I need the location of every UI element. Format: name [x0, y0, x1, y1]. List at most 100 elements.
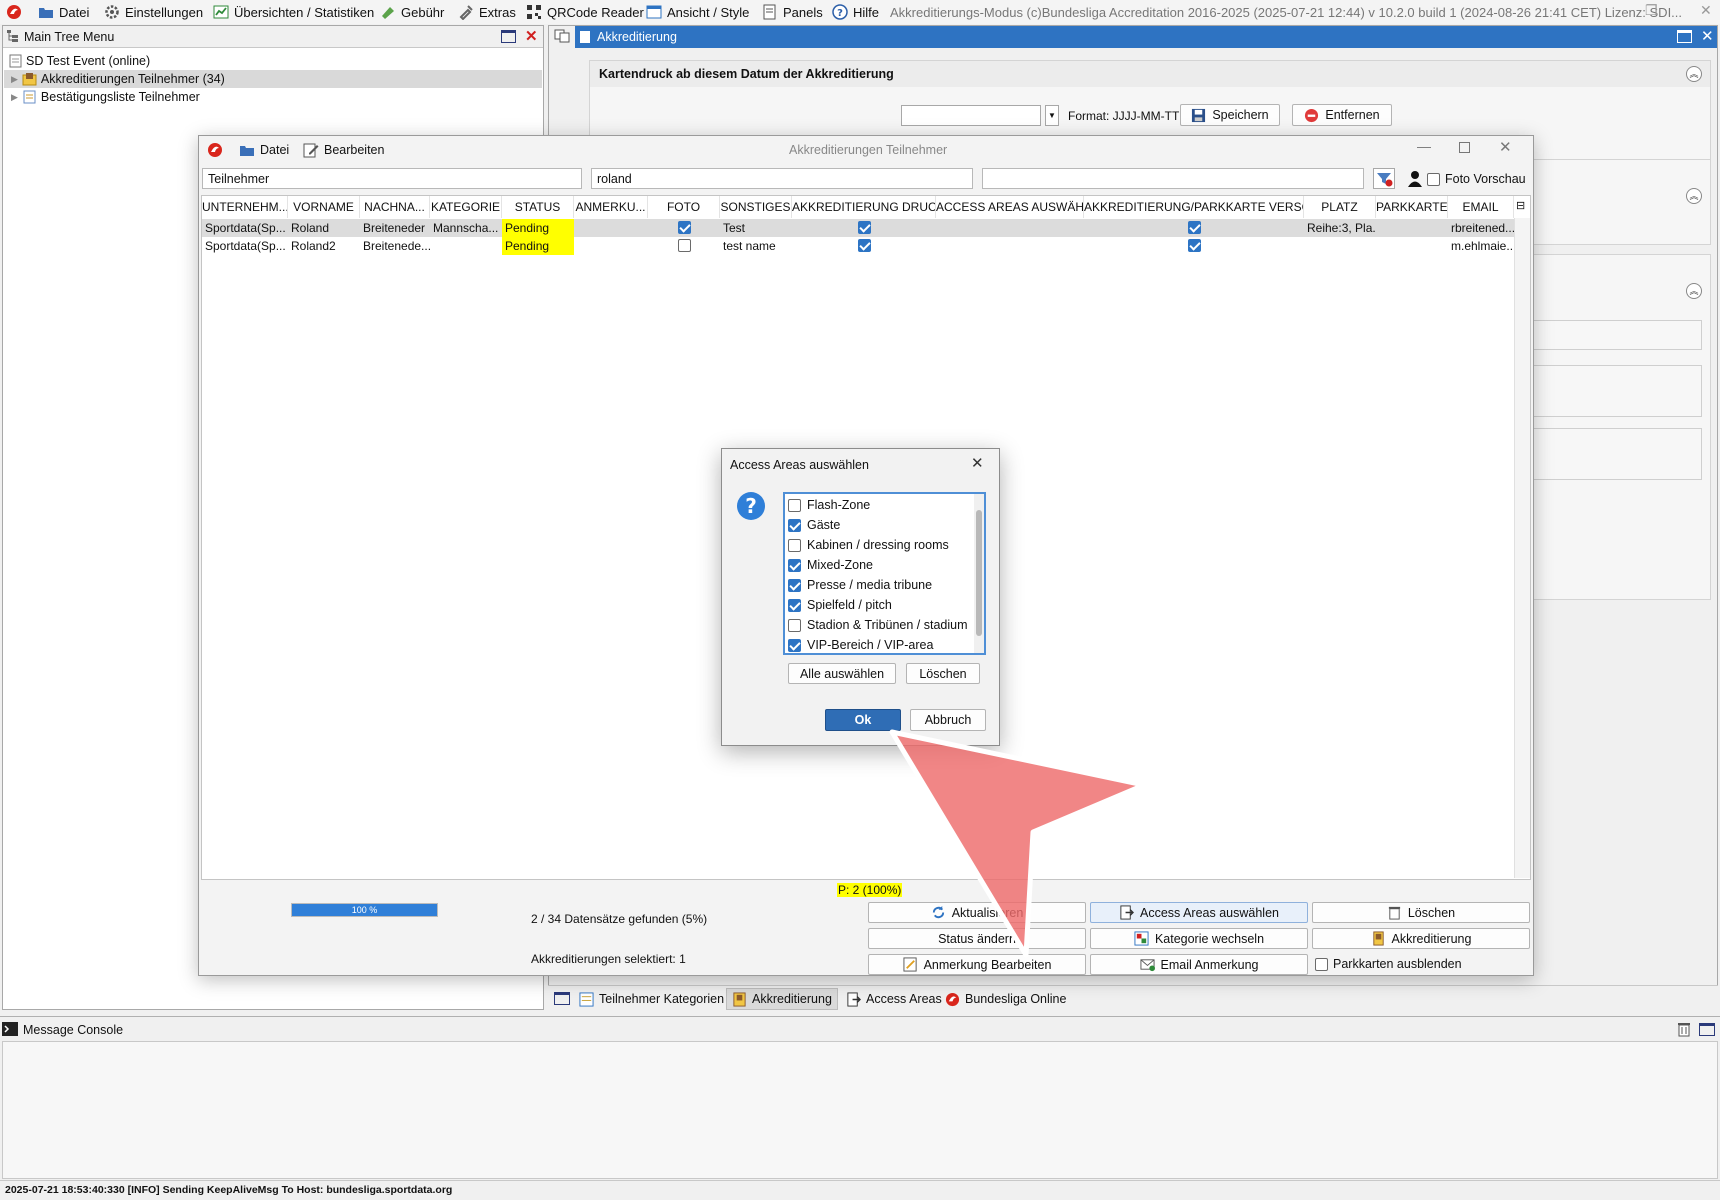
print-date-input[interactable]: [901, 105, 1041, 126]
photo-checkbox[interactable]: [678, 221, 691, 234]
close-panel-icon[interactable]: ✕: [1701, 27, 1714, 45]
tree-item-bestaetigungsliste[interactable]: ▶ Bestätigungsliste Teilnehmer: [11, 88, 200, 106]
menu-ansicht-style[interactable]: Ansicht / Style: [646, 0, 749, 24]
expand-arrow-icon[interactable]: ▶: [11, 92, 18, 103]
area-checkbox[interactable]: [788, 598, 801, 612]
menu-hilfe[interactable]: ? Hilfe: [832, 0, 879, 24]
column-header-place[interactable]: PLATZ: [1304, 196, 1376, 218]
tab-akkreditierung[interactable]: Akkreditierung: [726, 988, 838, 1010]
maximize-icon[interactable]: [501, 30, 516, 43]
list-item[interactable]: VIP-Bereich / VIP-area: [788, 636, 933, 654]
column-header-email[interactable]: EMAIL: [1448, 196, 1514, 218]
close-window-icon[interactable]: ✕: [1499, 138, 1512, 156]
maximize-icon[interactable]: [1459, 142, 1470, 153]
close-panel-icon[interactable]: ✕: [525, 27, 538, 45]
app-logo-icon[interactable]: [6, 0, 22, 24]
tab-access-areas[interactable]: Access Areas: [841, 988, 947, 1010]
column-header-status[interactable]: STATUS: [502, 196, 574, 218]
area-checkbox[interactable]: [788, 618, 801, 632]
close-window-icon[interactable]: ✕: [1700, 2, 1712, 19]
collapse-icon[interactable]: ︽: [1686, 66, 1702, 82]
list-item[interactable]: Flash-Zone: [788, 496, 870, 514]
list-item[interactable]: Spielfeld / pitch: [788, 596, 892, 614]
area-checkbox[interactable]: [788, 638, 801, 652]
window-menu-bearbeiten[interactable]: Bearbeiten: [303, 142, 384, 158]
collapse-icon[interactable]: ︽: [1686, 188, 1702, 204]
date-picker-dropdown-button[interactable]: ▼: [1045, 105, 1059, 126]
menu-datei[interactable]: Datei: [38, 0, 89, 24]
tree-item-akkreditierungen[interactable]: ▶ Akkreditierungen Teilnehmer (34): [11, 70, 225, 88]
select-all-button[interactable]: Alle auswählen: [788, 663, 896, 684]
column-header-access-areas[interactable]: ACCESS AREAS AUSWÄH...: [936, 196, 1084, 218]
send-checkbox[interactable]: [1188, 239, 1201, 252]
accreditation-button[interactable]: Akkreditierung: [1312, 928, 1530, 949]
column-header-send[interactable]: AKKREDITIERUNG/PARKKARTE VERSCH...: [1084, 196, 1304, 218]
photo-checkbox[interactable]: [678, 239, 691, 252]
area-checkbox[interactable]: [788, 498, 801, 512]
menu-gebuehr[interactable]: Gebühr: [380, 0, 444, 24]
clear-selection-button[interactable]: Löschen: [906, 663, 980, 684]
accreditation-icon: [733, 991, 746, 1007]
column-header-parking[interactable]: PARKKARTE: [1376, 196, 1448, 218]
filter-field-extra[interactable]: [982, 168, 1364, 189]
menu-uebersichten[interactable]: Übersichten / Statistiken: [213, 0, 374, 24]
window-title: Akkreditierungen Teilnehmer: [789, 143, 948, 157]
list-item[interactable]: Presse / media tribune: [788, 576, 932, 594]
filter-field-participant[interactable]: Teilnehmer: [202, 168, 582, 189]
app-title: Akkreditierungs-Modus (c)Bundesliga Accr…: [890, 5, 1683, 20]
save-date-button[interactable]: Speichern: [1180, 104, 1280, 126]
tab-teilnehmer-kategorien[interactable]: Teilnehmer Kategorien: [574, 988, 729, 1010]
column-header-company[interactable]: UNTERNEHM...: [202, 196, 288, 218]
column-header-photo[interactable]: FOTO: [648, 196, 720, 218]
window-menu-datei[interactable]: Datei: [239, 142, 289, 158]
view-icon: [646, 5, 662, 19]
list-item[interactable]: Gäste: [788, 516, 840, 534]
print-checkbox[interactable]: [858, 239, 871, 252]
tab-bundesliga-online[interactable]: Bundesliga Online: [940, 988, 1071, 1010]
dialog-close-icon[interactable]: ✕: [971, 454, 984, 472]
clear-filter-button[interactable]: [1373, 168, 1395, 189]
restore-window-icon[interactable]: ❐: [1645, 2, 1658, 19]
menu-qrcode-reader[interactable]: QRCode Reader: [526, 0, 644, 24]
list-item[interactable]: Kabinen / dressing rooms: [788, 536, 949, 554]
area-checkbox[interactable]: [788, 558, 801, 572]
list-item[interactable]: Stadion & Tribünen / stadium: [788, 616, 968, 634]
column-header-last-name[interactable]: NACHNA...: [360, 196, 430, 218]
column-header-category[interactable]: KATEGORIE: [430, 196, 502, 218]
column-header-note[interactable]: ANMERKU...: [574, 196, 648, 218]
svg-text:?: ?: [837, 8, 843, 19]
send-checkbox[interactable]: [1188, 221, 1201, 234]
column-header-other[interactable]: SONSTIGES: [720, 196, 792, 218]
akkreditierung-panel-header: Akkreditierung ✕: [575, 26, 1717, 48]
maximize-icon[interactable]: [1699, 1023, 1715, 1036]
menu-panels[interactable]: Panels: [762, 0, 823, 24]
scrollbar-thumb[interactable]: [976, 510, 982, 636]
help-icon: ?: [832, 4, 848, 20]
column-header-first-name[interactable]: VORNAME: [288, 196, 360, 218]
list-scrollbar[interactable]: [974, 494, 984, 653]
remove-date-button[interactable]: Entfernen: [1292, 104, 1392, 126]
minimize-icon[interactable]: —: [1417, 138, 1431, 154]
window-list-icon[interactable]: [554, 992, 570, 1005]
area-checkbox[interactable]: [788, 518, 801, 532]
area-checkbox[interactable]: [788, 578, 801, 592]
photo-preview-checkbox[interactable]: [1427, 173, 1440, 186]
cell-category: Mannscha...: [433, 221, 499, 235]
panel-switch-icon[interactable]: [554, 29, 570, 43]
tree-item-event[interactable]: SD Test Event (online): [9, 52, 150, 70]
print-checkbox[interactable]: [858, 221, 871, 234]
column-chooser-icon[interactable]: ⊟: [1516, 199, 1525, 212]
menu-einstellungen[interactable]: Einstellungen: [104, 0, 203, 24]
collapse-icon[interactable]: ︽: [1686, 283, 1702, 299]
hide-parking-checkbox[interactable]: [1315, 958, 1328, 971]
filter-field-search[interactable]: roland: [591, 168, 973, 189]
area-checkbox[interactable]: [788, 538, 801, 552]
vertical-scrollbar[interactable]: [1514, 218, 1530, 878]
list-item[interactable]: Mixed-Zone: [788, 556, 873, 574]
expand-arrow-icon[interactable]: ▶: [11, 74, 18, 85]
maximize-icon[interactable]: [1677, 30, 1692, 43]
menu-extras[interactable]: Extras: [458, 0, 516, 24]
trash-icon[interactable]: [1677, 1021, 1691, 1037]
delete-button[interactable]: Löschen: [1312, 902, 1530, 923]
column-header-print[interactable]: AKKREDITIERUNG DRUC...: [792, 196, 936, 218]
